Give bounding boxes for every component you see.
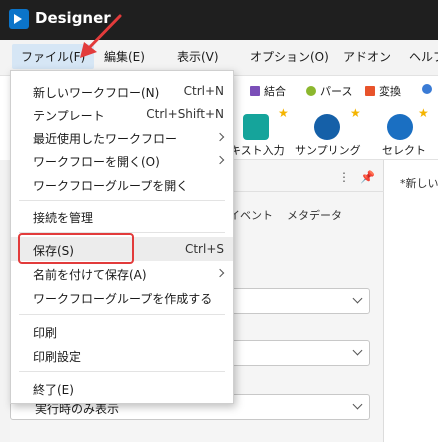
menu-item-label: 印刷 [33, 326, 58, 340]
menu-item-label: 終了(E) [33, 383, 74, 397]
menu-open-workflow[interactable]: ワークフローを開く(O) [11, 148, 233, 172]
category-join[interactable]: 結合 [250, 83, 286, 99]
menu-print[interactable]: 印刷 [11, 319, 233, 343]
favorite-star-icon: ★ [418, 106, 429, 120]
menu-item-label: テンプレート [33, 109, 105, 123]
chevron-down-icon [352, 293, 363, 304]
menu-save-as[interactable]: 名前を付けて保存(A) [11, 261, 233, 285]
category-transform-label: 変換 [379, 85, 401, 98]
menu-create-workflow-group[interactable]: ワークフローグループを作成する [11, 285, 233, 309]
category-parse[interactable]: パース [306, 83, 352, 99]
menu-item-label: ワークフローを開く(O) [33, 155, 160, 169]
favorite-star-icon: ★ [278, 106, 289, 120]
menu-divider [19, 314, 225, 315]
menu-view[interactable]: 表示(V) [177, 48, 219, 65]
tab-events[interactable]: イベント [229, 207, 273, 223]
tab-metadata[interactable]: メタデータ [287, 207, 342, 223]
tool-text-input-label: キスト入力 [230, 144, 285, 157]
menu-item-label: ワークフローグループを作成する [33, 292, 213, 306]
menu-recent-workflows[interactable]: 最近使用したワークフロー [11, 125, 233, 149]
favorite-star-icon: ★ [350, 106, 361, 120]
menu-options[interactable]: オプション(O) [250, 48, 329, 65]
category-more[interactable] [422, 83, 436, 96]
pin-icon[interactable]: 📌 [360, 170, 375, 184]
workflow-tab[interactable]: *新しい [400, 175, 438, 191]
menu-open-workflow-group[interactable]: ワークフローグループを開く [11, 172, 233, 196]
select-tool-icon[interactable] [387, 114, 413, 140]
menu-help[interactable]: ヘルプ [409, 48, 438, 65]
menu-item-label: 名前を付けて保存(A) [33, 268, 147, 282]
menu-template[interactable]: テンプレート Ctrl+Shift+N [11, 102, 233, 126]
transform-category-icon [365, 86, 375, 96]
tool-category-bar: 結合 パース 変換 [234, 76, 438, 104]
menu-exit[interactable]: 終了(E) [11, 376, 233, 400]
chevron-right-icon [215, 132, 225, 142]
annotation-arrow-icon [80, 14, 122, 58]
chevron-right-icon [215, 155, 225, 165]
menu-item-label: 新しいワークフロー(N) [33, 86, 160, 100]
category-transform[interactable]: 変換 [365, 83, 401, 99]
menu-item-shortcut: Ctrl+N [183, 84, 224, 98]
menu-manage-connections[interactable]: 接続を管理 [11, 204, 233, 228]
tool-sampling-label: サンプリング [295, 144, 361, 157]
sampling-tool-icon[interactable] [314, 114, 340, 140]
menu-item-shortcut: Ctrl+Shift+N [146, 107, 224, 121]
left-strip [0, 160, 10, 442]
join-category-icon [250, 86, 260, 96]
save-highlight-box [18, 233, 134, 264]
menu-addons[interactable]: アドオン [343, 48, 391, 65]
chevron-right-icon [215, 268, 225, 278]
menu-divider [19, 200, 225, 201]
menu-item-label: 印刷設定 [33, 350, 82, 364]
tool-palette: ★ キスト入力 ★ サンプリング ★ セレクト [230, 104, 438, 160]
category-parse-label: パース [320, 85, 353, 98]
more-options-icon[interactable]: ⋮ [338, 170, 350, 184]
menu-item-shortcut: Ctrl+S [184, 242, 224, 256]
chevron-down-icon [352, 399, 363, 410]
database-category-icon [422, 84, 432, 94]
chevron-down-icon [352, 345, 363, 356]
menu-divider [19, 371, 225, 372]
parse-category-icon [306, 86, 316, 96]
menu-item-label: 接続を管理 [33, 211, 94, 225]
menu-new-workflow[interactable]: 新しいワークフロー(N) Ctrl+N [11, 79, 233, 103]
workflow-canvas[interactable]: *新しい [384, 160, 438, 442]
app-logo-icon [9, 9, 29, 29]
menu-item-label: ワークフローグループを開く [33, 179, 189, 193]
title-bar: Designer [0, 0, 438, 40]
menu-item-label: 最近使用したワークフロー [33, 132, 178, 146]
tool-select-label: セレクト [382, 144, 426, 157]
menu-print-settings[interactable]: 印刷設定 [11, 343, 233, 367]
text-input-tool-icon[interactable] [243, 114, 269, 140]
category-join-label: 結合 [264, 85, 286, 98]
